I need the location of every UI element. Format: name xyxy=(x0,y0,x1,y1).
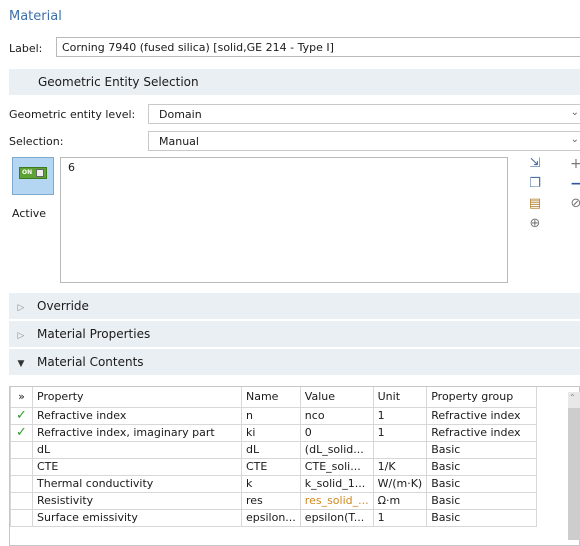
scroll-up-icon[interactable]: ⌃ xyxy=(569,393,576,402)
cell-name: ki xyxy=(241,423,301,442)
remove-icon[interactable]: − xyxy=(568,177,580,191)
cell-name: epsilon... xyxy=(241,508,301,527)
cell-group: Basic xyxy=(426,491,538,510)
chevron-down-icon: ⌄ xyxy=(570,107,579,118)
cell-value[interactable]: 0 xyxy=(299,423,374,442)
collapse-arrow-icon: ▼ xyxy=(17,359,25,369)
selection-label: Selection: xyxy=(9,135,64,148)
section-material-properties[interactable]: ▷ Material Properties xyxy=(9,321,580,347)
status-cell xyxy=(10,457,33,476)
check-icon: ✓ xyxy=(10,423,33,442)
cell-name: k xyxy=(241,474,301,493)
label-caption: Label: xyxy=(9,42,43,55)
cell-group: Basic xyxy=(426,457,538,476)
column-header-value[interactable]: Value xyxy=(299,387,374,408)
cell-unit: 1 xyxy=(372,423,428,442)
table-header-row: » Property Name Value Unit Property grou… xyxy=(10,387,538,408)
section-title: Override xyxy=(37,299,89,313)
toggle-on-label: ON xyxy=(22,169,33,176)
cell-group: Refractive index xyxy=(426,406,538,425)
cell-property: dL xyxy=(32,440,242,459)
cell-group: Basic xyxy=(426,508,538,527)
section-title: Material Properties xyxy=(37,327,151,341)
zoom-to-selection-icon[interactable]: ⊕ xyxy=(527,217,543,231)
panel-title: Material xyxy=(9,9,62,24)
check-icon: ✓ xyxy=(10,406,33,425)
clipboard-icon[interactable]: ▤ xyxy=(527,197,543,211)
cell-name: dL xyxy=(241,440,301,459)
section-override[interactable]: ▷ Override xyxy=(9,293,580,319)
active-toggle-button[interactable]: ON xyxy=(12,157,54,195)
table-row[interactable]: CTE CTE CTE_soli... 1/K Basic xyxy=(10,457,538,476)
table-row[interactable]: Resistivity res res_solid_... Ω·m Basic xyxy=(10,491,538,510)
section-title: Geometric Entity Selection xyxy=(38,75,199,89)
table-row[interactable]: dL dL (dL_solid... Basic xyxy=(10,440,538,459)
label-input[interactable]: Corning 7940 (fused silica) [solid,GE 21… xyxy=(56,37,580,57)
cell-unit: Ω·m xyxy=(372,491,428,510)
status-cell xyxy=(10,474,33,493)
cell-value[interactable]: epsilon(T... xyxy=(299,508,374,527)
toggle-knob xyxy=(36,169,44,177)
column-header-unit[interactable]: Unit xyxy=(372,387,428,408)
status-cell xyxy=(10,491,33,510)
active-label: Active xyxy=(12,207,47,220)
cell-value[interactable]: res_solid_... xyxy=(299,491,374,510)
table-row[interactable]: Surface emissivity epsilon... epsilon(T.… xyxy=(10,508,538,527)
section-material-contents[interactable]: ▼ Material Contents xyxy=(9,349,580,375)
cell-value[interactable]: CTE_soli... xyxy=(299,457,374,476)
table-row[interactable]: ✓ Refractive index, imaginary part ki 0 … xyxy=(10,423,538,442)
expand-arrow-icon: ▷ xyxy=(17,303,25,313)
cell-name: n xyxy=(241,406,301,425)
status-cell xyxy=(10,508,33,527)
cell-group: Refractive index xyxy=(426,423,538,442)
entity-level-select[interactable]: Domain ⌄ xyxy=(148,104,580,124)
cell-unit: 1/K xyxy=(372,457,428,476)
toggle-on-icon: ON xyxy=(19,167,47,179)
cell-value[interactable]: (dL_solid... xyxy=(299,440,374,459)
section-geometric-entity-selection[interactable]: Geometric Entity Selection xyxy=(9,69,580,95)
material-contents-table: » Property Name Value Unit Property grou… xyxy=(9,386,580,546)
cell-property: Refractive index, imaginary part xyxy=(32,423,242,442)
cell-name: res xyxy=(241,491,301,510)
table-scrollbar-thumb[interactable] xyxy=(568,408,580,540)
cell-property: Refractive index xyxy=(32,406,242,425)
cell-property: Surface emissivity xyxy=(32,508,242,527)
selection-list-item[interactable]: 6 xyxy=(68,161,500,174)
add-icon[interactable]: + xyxy=(568,157,580,171)
selection-value: Manual xyxy=(159,135,199,148)
cell-property: Resistivity xyxy=(32,491,242,510)
cell-value[interactable]: nco xyxy=(299,406,374,425)
cell-unit: W/(m·K) xyxy=(372,474,428,493)
entity-level-label: Geometric entity level: xyxy=(9,108,136,121)
section-title: Material Contents xyxy=(37,355,144,369)
selection-select[interactable]: Manual ⌄ xyxy=(148,131,580,151)
selection-list[interactable]: 6 xyxy=(60,157,508,283)
table-row[interactable]: Thermal conductivity k k_solid_1... W/(m… xyxy=(10,474,538,493)
cell-name: CTE xyxy=(241,457,301,476)
cell-property: Thermal conductivity xyxy=(32,474,242,493)
column-header-property-group[interactable]: Property group xyxy=(426,387,538,408)
cell-value[interactable]: k_solid_1... xyxy=(299,474,374,493)
cell-group: Basic xyxy=(426,440,538,459)
cell-group: Basic xyxy=(426,474,538,493)
clear-selection-icon[interactable]: ⊘ xyxy=(568,197,580,211)
expand-columns-icon[interactable]: » xyxy=(10,387,33,408)
chevron-down-icon: ⌄ xyxy=(570,134,579,145)
column-header-property[interactable]: Property xyxy=(32,387,242,408)
expand-arrow-icon: ▷ xyxy=(17,331,25,341)
entity-level-value: Domain xyxy=(159,108,202,121)
cell-unit: 1 xyxy=(372,406,428,425)
table-row[interactable]: ✓ Refractive index n nco 1 Refractive in… xyxy=(10,406,538,425)
cell-property: CTE xyxy=(32,457,242,476)
paste-selection-icon[interactable]: ⇲ xyxy=(527,157,543,171)
column-header-name[interactable]: Name xyxy=(241,387,301,408)
cell-unit: 1 xyxy=(372,508,428,527)
copy-selection-icon[interactable]: ❐ xyxy=(527,177,543,191)
status-cell xyxy=(10,440,33,459)
cell-unit xyxy=(372,440,428,459)
